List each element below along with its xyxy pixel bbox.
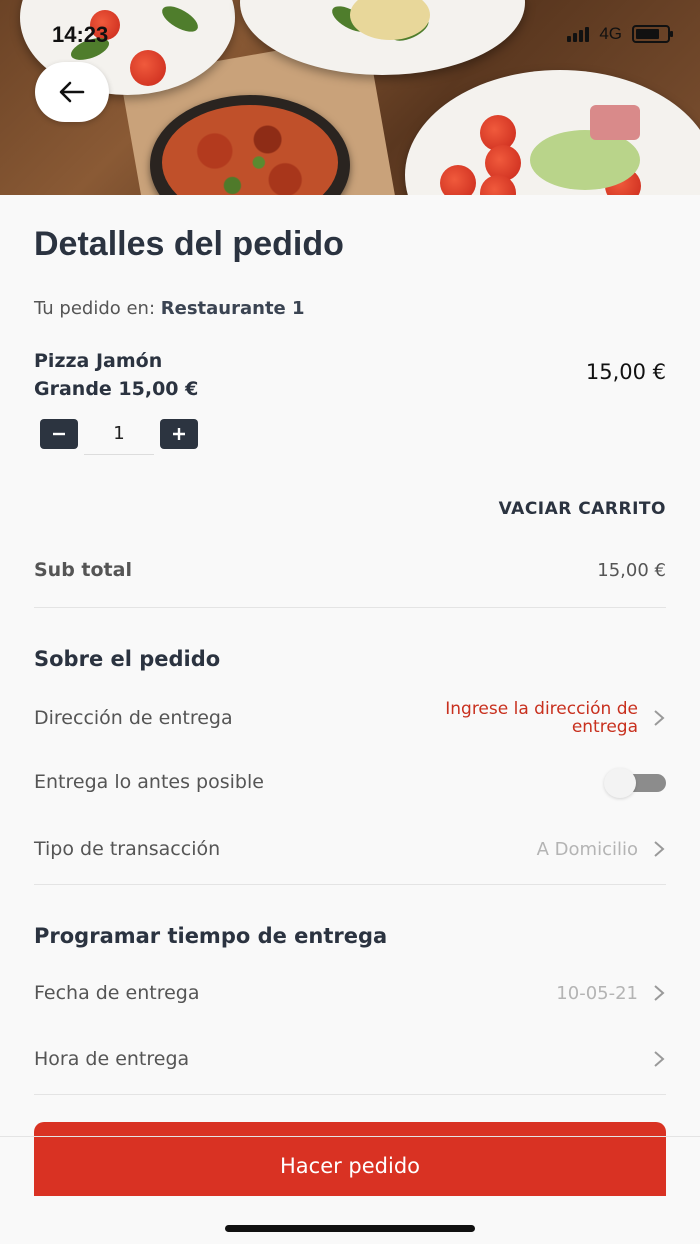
section-title-schedule: Programar tiempo de entrega [34,924,388,948]
chevron-right-icon [654,841,665,857]
back-button[interactable] [35,62,109,122]
asap-delivery-row: Entrega lo antes posible [34,768,666,798]
place-order-button[interactable]: Hacer pedido [34,1122,666,1196]
subtotal-row: Sub total 15,00 € [34,559,666,581]
delivery-time-row[interactable]: Hora de entrega [34,1048,666,1070]
asap-delivery-label: Entrega lo antes posible [34,771,264,793]
divider [34,607,666,608]
subtotal-label: Sub total [34,559,132,581]
plus-icon [173,428,185,440]
transaction-type-row[interactable]: Tipo de transacción A Domicilio [34,838,666,860]
item-variant: Grande 15,00 € [34,378,199,400]
restaurant-line: Tu pedido en: Restaurante 1 [34,298,305,319]
restaurant-prefix: Tu pedido en: [34,298,156,319]
delivery-address-row[interactable]: Dirección de entrega Ingrese la direcció… [34,698,666,738]
quantity-value[interactable]: 1 [84,413,154,455]
home-indicator [225,1225,475,1232]
status-indicators: 4G [567,24,673,44]
transaction-type-value: A Domicilio [536,838,638,860]
divider [34,884,666,885]
battery-icon [632,25,673,43]
delivery-date-value: 10-05-21 [556,982,638,1004]
restaurant-name: Restaurante 1 [160,298,305,319]
chevron-right-icon [654,710,665,726]
network-type: 4G [599,24,622,43]
chevron-right-icon [654,985,665,1001]
subtotal-value: 15,00 € [597,559,666,581]
delivery-time-label: Hora de entrega [34,1048,190,1070]
asap-delivery-toggle[interactable] [604,768,666,798]
status-bar: 14:23 4G [0,0,700,70]
arrow-left-icon [59,81,85,103]
plate-wedge-salad [405,70,700,195]
item-title: Pizza Jamón [34,350,163,372]
item-price: 15,00 € [585,360,666,384]
page-title: Detalles del pedido [34,225,344,263]
place-order-label: Hacer pedido [279,1154,421,1178]
chevron-right-icon [654,1051,665,1067]
footer-separator [0,1136,700,1137]
section-title-order-info: Sobre el pedido [34,647,221,671]
divider [34,1094,666,1095]
status-time: 14:23 [52,22,109,47]
increase-quantity-button[interactable] [160,419,198,449]
transaction-type-label: Tipo de transacción [34,838,221,860]
cart-item-name: Pizza Jamón Grande 15,00 € [34,347,334,403]
quantity-stepper: 1 [40,413,198,455]
delivery-date-label: Fecha de entrega [34,982,200,1004]
delivery-date-row[interactable]: Fecha de entrega 10-05-21 [34,982,666,1004]
decrease-quantity-button[interactable] [40,419,78,449]
delivery-address-value: Ingrese la dirección de entrega [445,699,638,737]
delivery-address-label: Dirección de entrega [34,707,233,729]
empty-cart-button[interactable]: VACIAR CARRITO [499,499,666,519]
signal-icon [567,26,590,42]
minus-icon [53,432,65,436]
